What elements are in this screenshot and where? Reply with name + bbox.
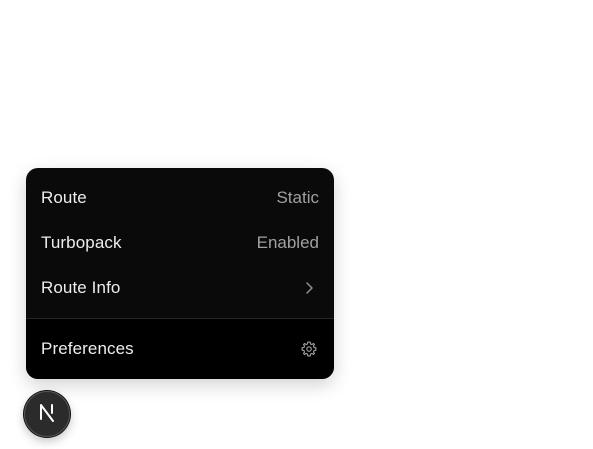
route-info-label: Route Info [41, 278, 121, 297]
preferences-label: Preferences [41, 339, 134, 358]
menu-row-turbopack[interactable]: Turbopack Enabled [26, 223, 334, 263]
preferences-button[interactable]: Preferences [26, 329, 334, 369]
menu-row-route[interactable]: Route Static [26, 178, 334, 218]
gear-icon [299, 339, 319, 359]
nextjs-logo-icon [36, 401, 58, 428]
nextjs-badge-button[interactable] [24, 391, 70, 437]
route-value: Static [276, 188, 319, 207]
route-label: Route [41, 188, 87, 207]
dev-tools-menu: Route Static Turbopack Enabled Route Inf… [26, 168, 334, 379]
chevron-right-icon [299, 278, 319, 298]
menu-row-route-info[interactable]: Route Info [26, 268, 334, 308]
turbopack-value: Enabled [256, 233, 319, 252]
turbopack-label: Turbopack [41, 233, 122, 252]
